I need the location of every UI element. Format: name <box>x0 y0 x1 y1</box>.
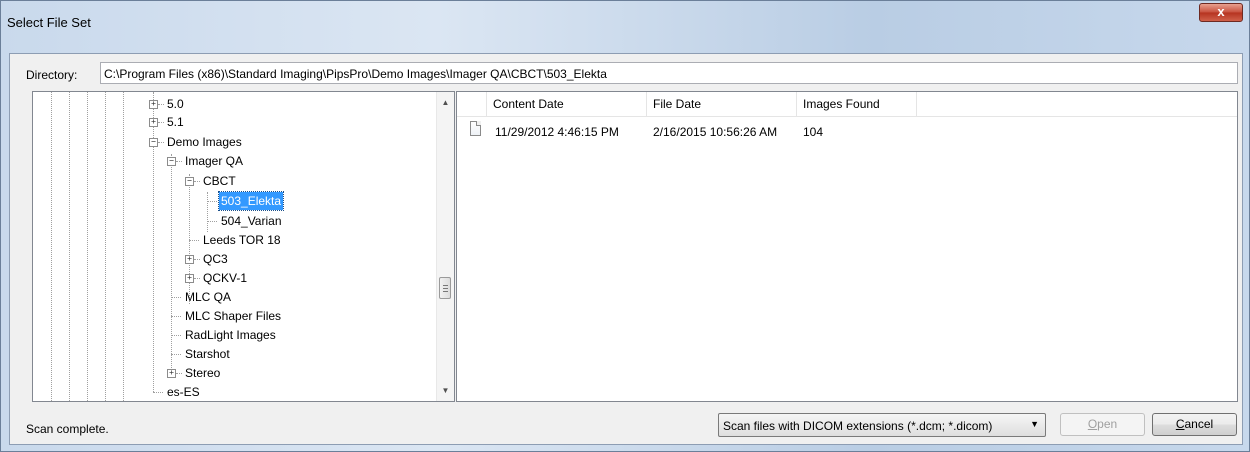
scroll-up-arrow-icon[interactable]: ▲ <box>437 94 454 111</box>
tree-item-label[interactable]: 504_Varian <box>219 212 284 230</box>
tree-guide-line <box>69 92 70 401</box>
tree-connector <box>153 392 163 393</box>
tree-guide-line <box>51 92 52 401</box>
tree-item-label[interactable]: 5.0 <box>165 95 186 113</box>
grip-line <box>443 291 448 292</box>
content-date-cell: 11/29/2012 4:46:15 PM <box>495 125 619 139</box>
expand-icon[interactable]: + <box>185 255 194 264</box>
open-mnemonic: O <box>1087 417 1098 431</box>
dialog-client-area: Directory: C:\Program Files (x86)\Standa… <box>9 53 1243 445</box>
tree-connector <box>158 104 164 105</box>
column-header-file-date[interactable]: File Date <box>647 92 797 116</box>
title-bar[interactable]: Select File Set x <box>1 1 1249 45</box>
tree-connector <box>176 161 182 162</box>
folder-tree[interactable]: + 5.0 + 5.1 − Demo Images − Imager QA − <box>32 91 455 402</box>
tree-connector <box>189 240 199 241</box>
expand-icon[interactable]: + <box>149 118 158 127</box>
collapse-icon[interactable]: − <box>167 157 176 166</box>
tree-item-label[interactable]: Demo Images <box>165 133 244 151</box>
scrollbar-thumb[interactable] <box>439 277 451 299</box>
scroll-down-arrow-icon[interactable]: ▼ <box>437 382 454 399</box>
tree-connector <box>158 122 164 123</box>
tree-item-label[interactable]: Starshot <box>183 345 232 363</box>
tree-vertical-scrollbar[interactable]: ▲ ▼ <box>436 92 454 401</box>
tree-connector <box>194 181 200 182</box>
tree-connector <box>207 221 217 222</box>
tree-item-label[interactable]: 503_Elekta <box>217 191 285 211</box>
column-header-images-found[interactable]: Images Found <box>797 92 917 116</box>
cancel-label: ancel <box>1184 417 1214 431</box>
scan-mode-dropdown[interactable]: Scan files with DICOM extensions (*.dcm;… <box>718 413 1046 437</box>
tree-guide-line <box>105 92 106 401</box>
tree-item-label[interactable]: Stereo <box>183 364 222 382</box>
expand-icon[interactable]: + <box>149 100 158 109</box>
tree-connector <box>189 174 190 304</box>
tree-item-label[interactable]: CBCT <box>201 172 238 190</box>
expand-icon[interactable]: + <box>167 369 176 378</box>
scan-mode-value: Scan files with DICOM extensions (*.dcm;… <box>723 419 993 433</box>
collapse-icon[interactable]: − <box>185 177 194 186</box>
tree-item-label[interactable]: QCKV-1 <box>201 269 249 287</box>
tree-connector <box>171 316 181 317</box>
tree-item-label[interactable]: MLC Shaper Files <box>183 307 283 325</box>
grip-line <box>443 288 448 289</box>
column-header-icon[interactable] <box>457 92 487 116</box>
tree-item-label[interactable]: Leeds TOR 18 <box>201 231 283 249</box>
tree-item-label[interactable]: RadLight Images <box>183 326 278 344</box>
column-header-content-date[interactable]: Content Date <box>487 92 647 116</box>
tree-item-label[interactable]: MLC QA <box>183 288 233 306</box>
grip-line <box>443 285 448 286</box>
tree-connector <box>194 278 200 279</box>
tree-item-label[interactable]: QC3 <box>201 250 230 268</box>
tree-connector <box>171 335 181 336</box>
tree-item-label[interactable]: es-ES <box>165 383 202 401</box>
tree-connector <box>207 192 208 232</box>
directory-label: Directory: <box>26 68 78 82</box>
tree-item-label[interactable]: Imager QA <box>183 152 245 170</box>
tree-connector <box>171 154 172 374</box>
expand-icon[interactable]: + <box>185 274 194 283</box>
window-title: Select File Set <box>7 15 91 30</box>
directory-field[interactable]: C:\Program Files (x86)\Standard Imaging\… <box>100 62 1238 84</box>
tree-connector <box>171 354 181 355</box>
tree-connector <box>176 373 182 374</box>
file-date-cell: 2/16/2015 10:56:26 AM <box>653 125 778 139</box>
tree-item-label[interactable]: 5.1 <box>165 113 186 131</box>
tree-connector <box>171 297 181 298</box>
status-text: Scan complete. <box>26 422 109 436</box>
open-button[interactable]: Open <box>1060 413 1145 436</box>
images-found-cell: 104 <box>803 125 824 139</box>
tree-guide-line <box>87 92 88 401</box>
tree-connector <box>194 259 200 260</box>
tree-connector <box>207 201 217 202</box>
collapse-icon[interactable]: − <box>149 138 158 147</box>
file-icon <box>470 121 481 136</box>
tree-guide-line <box>123 92 124 401</box>
chevron-down-icon[interactable]: ▼ <box>1030 419 1039 429</box>
open-label: pen <box>1097 417 1118 431</box>
close-button[interactable]: x <box>1199 3 1243 22</box>
tree-connector <box>158 142 164 143</box>
cancel-button[interactable]: Cancel <box>1152 413 1237 436</box>
file-set-list[interactable]: Content Date File Date Images Found 11/2… <box>456 91 1238 402</box>
select-file-set-dialog: Select File Set x Directory: C:\Program … <box>0 0 1250 452</box>
